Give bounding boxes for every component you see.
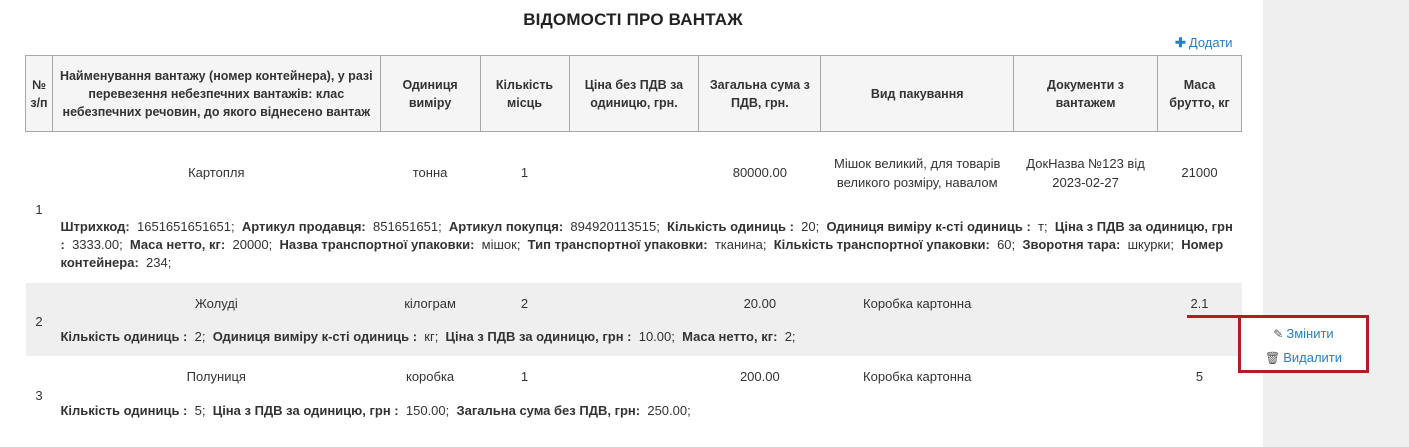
detail-label: Кількість одиниць : bbox=[60, 329, 188, 344]
col-header-mass: Маса брутто, кг bbox=[1156, 55, 1243, 132]
row-number: 3 bbox=[35, 387, 43, 403]
cell-total: 20.00 bbox=[698, 282, 821, 319]
detail-value: 234 bbox=[146, 255, 168, 270]
plus-icon: ✚ bbox=[1175, 35, 1186, 50]
col-header-number: № з/п bbox=[25, 55, 53, 132]
edit-button[interactable]: ✎ Змінити bbox=[1241, 326, 1366, 341]
detail-label: Загальна сума без ПДВ, грн: bbox=[456, 402, 641, 418]
row-number: 1 bbox=[35, 202, 43, 218]
cell-unit: коробка bbox=[405, 368, 455, 384]
details-cell: Кількість одиниць : 5; Ціна з ПДВ за оди… bbox=[60, 402, 695, 418]
cell-price bbox=[569, 356, 699, 392]
col-header-places: Кількість місць bbox=[479, 55, 570, 132]
detail-value: 250.00 bbox=[647, 402, 688, 418]
cell-places: 1 bbox=[520, 164, 529, 180]
cell-name: Полуниця bbox=[186, 368, 246, 384]
detail-value: тканина bbox=[714, 237, 763, 252]
details-cell: Кількість одиниць : 2; Одиниця виміру к-… bbox=[52, 318, 1242, 356]
detail-label: Одиниця виміру к-сті одиниць : bbox=[212, 329, 418, 344]
table-row[interactable]: 2 Жолуді кілограм 2 20.00 Коробка картонна 2.1 bbox=[25, 282, 1242, 356]
table-header-row: № з/п Найменування вантажу (номер контей… bbox=[25, 55, 1243, 132]
detail-label: Тип транспортної упаковки: bbox=[527, 237, 708, 252]
detail-value: 851651651 bbox=[372, 219, 439, 234]
cell-docs bbox=[1014, 356, 1158, 392]
detail-label: Назва транспортної упаковки: bbox=[279, 237, 475, 252]
col-header-packaging: Вид пакування bbox=[820, 55, 1015, 132]
cell-docs bbox=[1013, 282, 1158, 319]
detail-value: 2 bbox=[784, 329, 792, 344]
detail-label: Артикул покупця: bbox=[448, 219, 564, 234]
col-header-name: Найменування вантажу (номер контейнера),… bbox=[51, 55, 381, 132]
details-cell: Штрихкод: 1651651651651; Артикул продавц… bbox=[60, 219, 1233, 270]
detail-value: 150.00 bbox=[405, 402, 446, 418]
detail-value: 20 bbox=[801, 219, 816, 234]
cell-mass: 2.1 bbox=[1157, 282, 1242, 319]
cell-packaging: Коробка картонна bbox=[820, 282, 1014, 319]
trash-icon: 🗑 bbox=[1264, 351, 1281, 365]
cell-name: Жолуді bbox=[52, 282, 381, 319]
detail-value: 10.00 bbox=[638, 329, 672, 344]
cargo-table: № з/п Найменування вантажу (номер контей… bbox=[25, 55, 1243, 430]
detail-value: 894920113515 bbox=[570, 219, 657, 234]
detail-label: Кількість транспортної упаковки: bbox=[773, 237, 990, 252]
right-side-panel bbox=[1263, 0, 1409, 447]
detail-value: 2 bbox=[194, 329, 202, 344]
detail-label: Маса нетто, кг: bbox=[129, 237, 226, 252]
detail-label: Зворотня тара: bbox=[1022, 237, 1121, 252]
col-header-docs: Документи з вантажем bbox=[1013, 55, 1158, 132]
detail-label: Ціна з ПДВ за одиницю, грн : bbox=[445, 329, 632, 344]
detail-value: 20000 bbox=[232, 237, 269, 252]
cell-places: 1 bbox=[520, 368, 529, 384]
detail-value: кг bbox=[424, 329, 435, 344]
cell-packaging: Мішок великий, для товарів великого розм… bbox=[834, 155, 1001, 190]
cell-total: 80000.00 bbox=[732, 164, 787, 180]
detail-label: Артикул продавця: bbox=[241, 219, 366, 234]
cell-name: Картопля bbox=[188, 164, 245, 180]
detail-label: Кількість одиниць : bbox=[667, 219, 794, 234]
cell-places: 2 bbox=[480, 282, 569, 319]
detail-value: 5 bbox=[194, 402, 202, 418]
cell-mass: 21000 bbox=[1181, 164, 1218, 180]
detail-value: 3333.00 bbox=[72, 237, 120, 252]
cell-docs: ДокНазва №123 від 2023-02-27 bbox=[1026, 155, 1145, 190]
detail-value: 1651651651651 bbox=[137, 219, 231, 234]
table-row-details: Кількість одиниць : 5; Ціна з ПДВ за оди… bbox=[26, 392, 1242, 430]
cell-unit: тонна bbox=[412, 164, 448, 180]
col-header-price: Ціна без ПДВ за одиницю, грн. bbox=[568, 55, 700, 132]
cell-price bbox=[569, 282, 699, 319]
cell-packaging: Коробка картонна bbox=[863, 369, 972, 384]
cell-mass: 5 bbox=[1195, 368, 1204, 384]
edit-label: Змінити bbox=[1286, 326, 1334, 341]
detail-label: Маса нетто, кг: bbox=[682, 329, 778, 344]
detail-value: 60 bbox=[997, 237, 1012, 252]
detail-label: Штрихкод: bbox=[60, 219, 130, 234]
col-header-unit: Одиниця виміру bbox=[379, 55, 481, 132]
row-actions-menu: ✎ Змінити 🗑 Видалити bbox=[1238, 315, 1369, 373]
page-title: ВІДОМОСТІ ПРО ВАНТАЖ bbox=[523, 10, 743, 29]
table-row-details: Кількість одиниць : 2; Одиниця виміру к-… bbox=[26, 318, 1242, 356]
add-cargo-link[interactable]: ✚ Додати bbox=[1175, 35, 1233, 51]
row-number: 2 bbox=[25, 282, 53, 356]
detail-label: Кількість одиниць : bbox=[60, 402, 188, 418]
table-row[interactable]: 3 Полуниця коробка 1 200.00 Коробка картонна 5 bbox=[26, 356, 1242, 403]
highlight-connector-line bbox=[1187, 315, 1241, 318]
cell-unit: кілограм bbox=[380, 282, 481, 319]
cell-total: 200.00 bbox=[739, 368, 780, 384]
delete-label: Видалити bbox=[1283, 350, 1343, 365]
detail-value: мішок bbox=[481, 237, 517, 252]
pencil-icon: ✎ bbox=[1273, 327, 1284, 341]
detail-label: Одиниця виміру к-сті одиниць : bbox=[826, 219, 1031, 234]
table-row-details: Штрихкод: 1651651651651; Артикул продавц… bbox=[26, 208, 1242, 283]
cell-price bbox=[569, 132, 699, 208]
add-label: Додати bbox=[1188, 35, 1233, 50]
detail-value: шкурки bbox=[1127, 237, 1171, 252]
table-row[interactable]: 1 Картопля тонна 1 80000.00 Мішок великий, дл… bbox=[26, 132, 1242, 218]
detail-label: Ціна з ПДВ за одиницю, грн : bbox=[212, 402, 399, 418]
delete-button[interactable]: 🗑 Видалити bbox=[1241, 350, 1366, 365]
detail-value: т bbox=[1038, 219, 1045, 234]
col-header-total: Загальна сума з ПДВ, грн. bbox=[698, 55, 822, 132]
